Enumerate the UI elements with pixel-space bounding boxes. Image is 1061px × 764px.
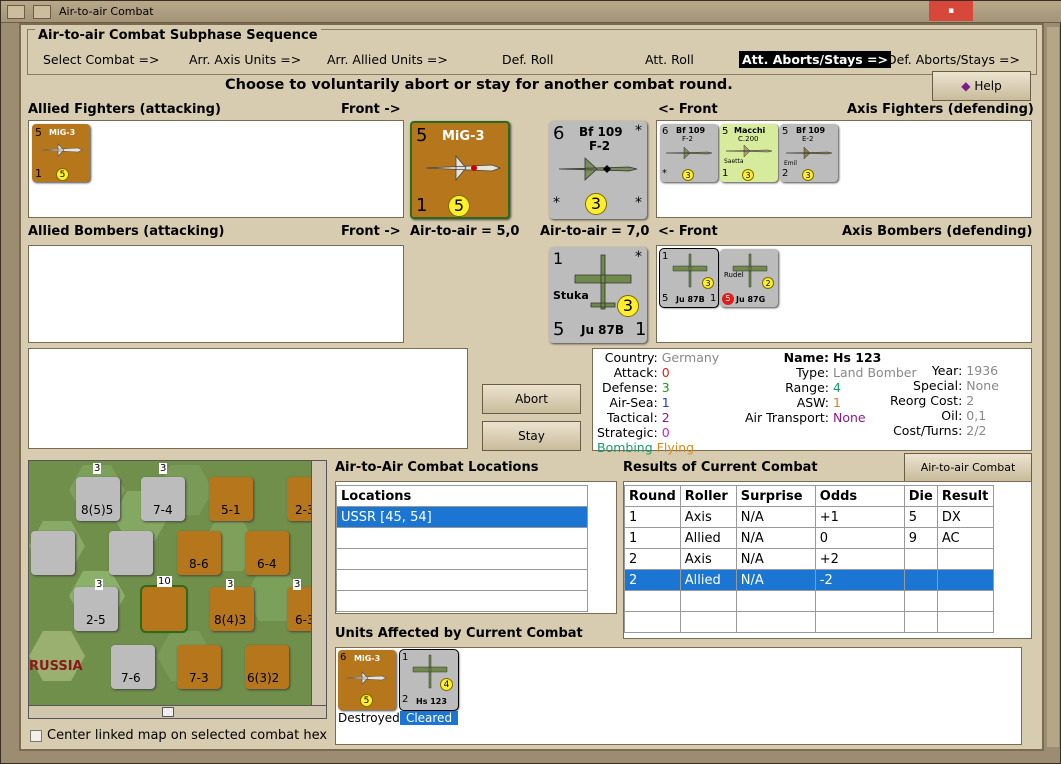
table-row[interactable]: 1 Axis N/A +1 5 DX (624, 506, 994, 528)
map-unit[interactable]: 8-6 (177, 531, 221, 575)
axis-bombers-title: Axis Bombers (defending) (842, 224, 1033, 239)
allied-bombers-box (28, 245, 404, 343)
air-combat-chart-button[interactable]: Air-to-air Combat Chart (904, 453, 1032, 501)
plane-icon (41, 143, 83, 157)
phase-arr-axis: Arr. Axis Units => (189, 52, 302, 67)
affected-panel: 6 MiG-3 5 Destroyed 1 4 2 Hs 123 Cleared (335, 647, 1022, 745)
phase-att-roll: Att. Roll (645, 52, 694, 67)
allied-air-to-air: Air-to-air = 5,0 (410, 224, 520, 239)
unit-info-right: Year: 1936 Special: None Reorg Cost: 2 Oil:… (890, 363, 999, 438)
affected-title: Units Affected by Current Combat (335, 626, 583, 641)
message-box (28, 348, 468, 449)
axis-fighters-box: 6 Bf 109 F-2 * 3 5 Macchi C.200 Saetta 1… (656, 120, 1032, 218)
unit-info-left: Country: Germany Attack: 0 Defense: 3 Air-S… (597, 350, 720, 455)
table-row-selected[interactable]: 2 Allied N/A -2 (624, 569, 994, 591)
help-icon: ◆ (961, 79, 975, 93)
front-axis-bomber-counter[interactable]: 1 * Stuka 3 5 Ju 87B 1 (549, 247, 647, 343)
allied-bombers-front: Front -> (341, 224, 401, 239)
plane-icon (345, 671, 387, 685)
destroyed-status: Destroyed (338, 711, 400, 725)
axis-bomber-counter[interactable]: Rudel 2 5 Ju 87G (720, 249, 778, 307)
results-panel: Round Roller Surprise Odds Die Result 1A… (623, 481, 1032, 639)
phase-def-roll: Def. Roll (502, 52, 554, 67)
title-bar: Air-to-air Combat ▪ (1, 1, 1061, 23)
map-unit[interactable]: 7-3 (177, 645, 221, 689)
axis-bomber-counter[interactable]: 1 3 5 Ju 87B 1 (659, 248, 719, 308)
allied-fighters-title: Allied Fighters (attacking) (28, 102, 221, 117)
subphase-title: Air-to-air Combat Subphase Sequence (35, 28, 321, 43)
combat-dialog: Air-to-air Combat Subphase Sequence Sele… (19, 23, 1044, 751)
axis-fighter-counter[interactable]: 5 Macchi C.200 Saetta 1 3 (720, 124, 778, 182)
abort-button[interactable]: Abort (482, 384, 581, 414)
map-unit[interactable]: 2-5 (74, 587, 118, 631)
map-unit[interactable]: 8(5)5 (76, 477, 120, 521)
map-unit[interactable]: 6-4 (245, 531, 289, 575)
plane-icon (785, 146, 833, 160)
location-row-selected[interactable]: USSR [45, 54] (336, 506, 588, 528)
map-hscrollbar[interactable] (28, 705, 327, 719)
stay-button[interactable]: Stay (482, 421, 581, 451)
center-map-checkbox[interactable] (30, 730, 42, 742)
axis-fighter-counter[interactable]: 6 Bf 109 F-2 * 3 (660, 124, 718, 182)
phase-select-combat: Select Combat => (43, 52, 160, 67)
map-selected-stack[interactable] (140, 585, 188, 633)
allied-fighters-box: 5 MiG-3 1 5 (28, 120, 404, 218)
map-vscrollbar[interactable] (311, 460, 327, 716)
window-title: Air-to-air Combat (59, 5, 154, 18)
plane-icon (558, 157, 638, 181)
map-unit[interactable]: 5-1 (209, 477, 253, 521)
axis-bombers-box: 1 3 5 Ju 87B 1 Rudel 2 5 Ju 87G (656, 245, 1032, 343)
prompt-text: Choose to voluntarily abort or stay for … (225, 77, 733, 93)
phase-def-aborts: Def. Aborts/Stays => (887, 52, 1020, 67)
help-button[interactable]: ◆ Help (932, 71, 1031, 101)
map-unit[interactable] (31, 531, 75, 575)
table-row[interactable]: 2 Axis N/A +2 (624, 548, 994, 570)
map-unit[interactable]: 7-6 (111, 645, 155, 689)
app-window: Air-to-air Combat ▪ Air-to-air Combat Su… (0, 0, 1061, 764)
center-map-label: Center linked map on selected combat hex (47, 728, 328, 743)
axis-fighter-counter[interactable]: 5 Bf 109 E-2 Emil 2 3 (780, 124, 838, 182)
allied-bombers-title: Allied Bombers (attacking) (28, 224, 225, 239)
unit-info-panel: Country: Germany Attack: 0 Defense: 3 Air-S… (592, 348, 1032, 455)
allied-fighter-counter[interactable]: 5 MiG-3 1 5 (32, 124, 90, 182)
results-table: Round Roller Surprise Odds Die Result 1A… (624, 485, 994, 633)
map-unit[interactable] (109, 531, 153, 575)
restore-icon[interactable] (33, 5, 51, 19)
map-unit[interactable]: 6(3)2 (245, 645, 289, 689)
axis-fighters-title: Axis Fighters (defending) (847, 102, 1034, 117)
affected-unit-counter[interactable]: 1 4 2 Hs 123 (399, 649, 459, 711)
map-unit[interactable]: 7-4 (141, 477, 185, 521)
locations-header: Locations (336, 485, 588, 507)
close-button[interactable]: ▪ (929, 1, 973, 21)
allied-fighters-front: Front -> (341, 102, 401, 117)
plane-icon (425, 154, 502, 182)
map-hscroll-thumb[interactable] (162, 707, 174, 717)
phase-arr-allied: Arr. Allied Units => (327, 52, 448, 67)
locations-table: Locations USSR [45, 54] (336, 485, 588, 612)
map-region-label: RUSSIA (29, 659, 83, 674)
locations-panel: Locations USSR [45, 54] (335, 481, 617, 614)
results-title: Results of Current Combat (623, 460, 818, 475)
affected-unit-counter[interactable]: 6 MiG-3 5 (338, 650, 396, 710)
cleared-status: Cleared (400, 711, 458, 725)
map-unit[interactable]: 8(4)3 (210, 587, 254, 631)
locations-title: Air-to-Air Combat Locations (335, 460, 539, 475)
phase-att-aborts-active: Att. Aborts/Stays => (739, 51, 891, 68)
window-menu-icon[interactable] (7, 5, 25, 19)
table-row[interactable]: 1 Allied N/A 0 9 AC (624, 527, 994, 549)
plane-icon (665, 146, 713, 160)
plane-icon (725, 144, 773, 158)
mini-map[interactable]: 8(5)5 7-4 5-1 2-3 8-6 6-4 2-5 8(4)3 6-3 … (28, 460, 327, 716)
front-axis-fighter-counter[interactable]: 6 Bf 109 F-2 * * * 3 (549, 121, 647, 219)
axis-fighters-front: <- Front (658, 102, 718, 117)
axis-bombers-front: <- Front (658, 224, 718, 239)
right-scrollbar[interactable] (1047, 27, 1059, 747)
axis-air-to-air: Air-to-air = 7,0 (540, 224, 650, 239)
front-allied-fighter-counter[interactable]: 5 MiG-3 1 5 (410, 121, 510, 219)
